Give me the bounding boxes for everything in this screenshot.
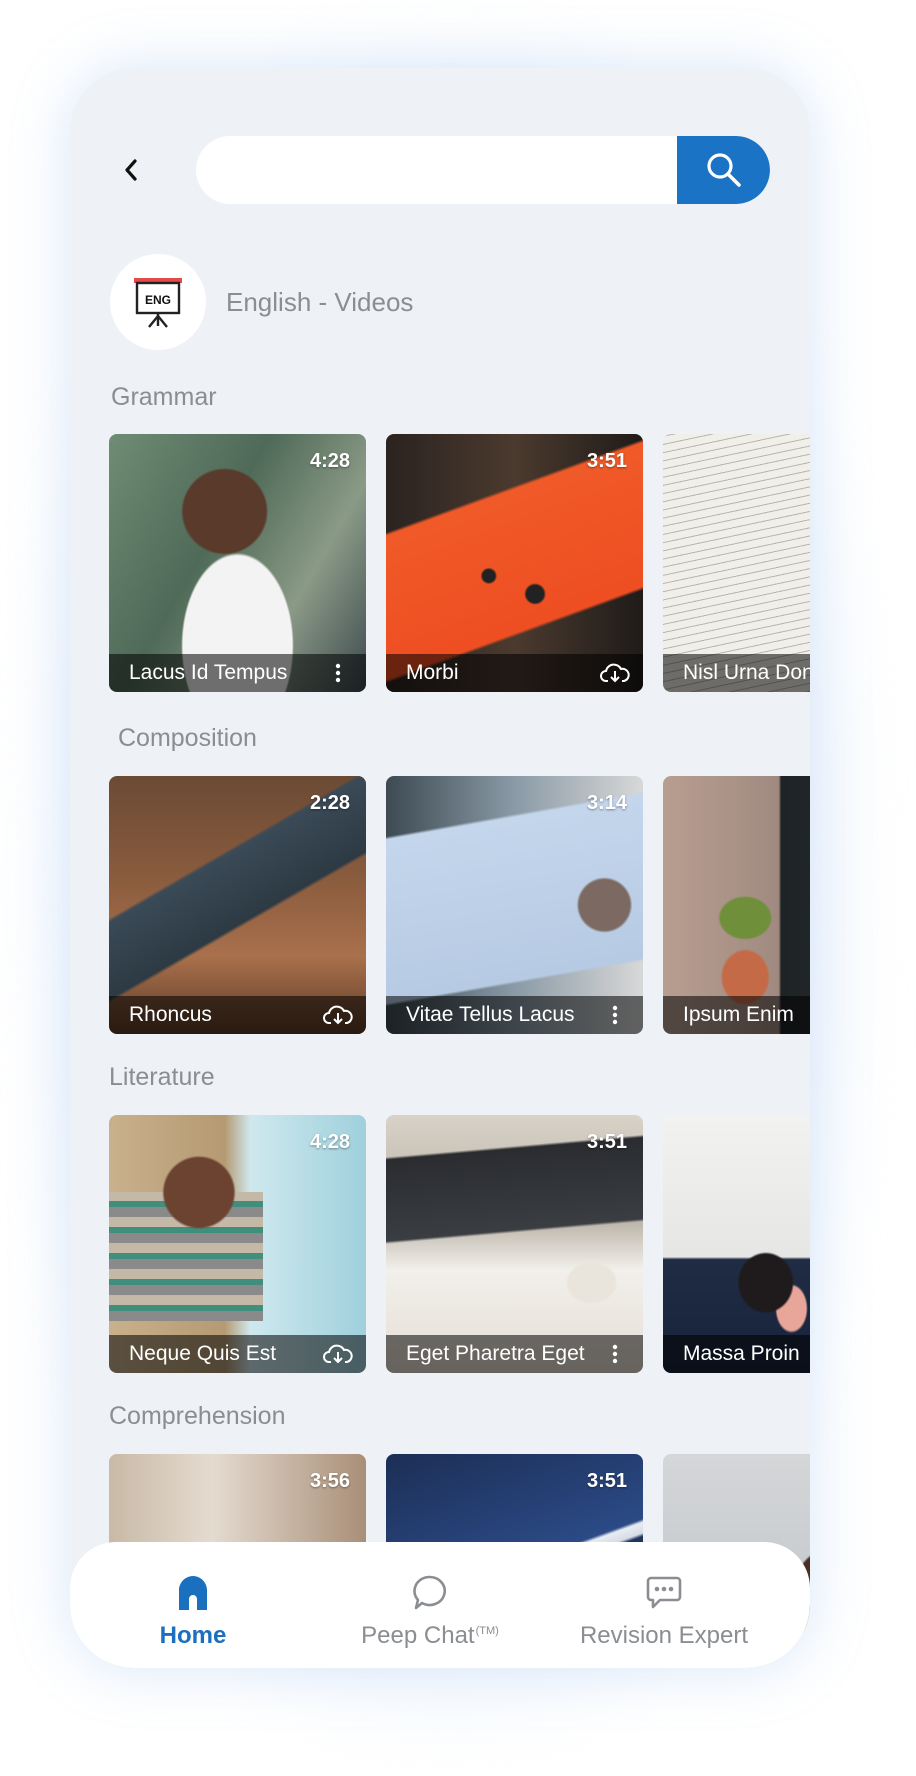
video-card[interactable]: 3:51 Morbi bbox=[386, 434, 643, 692]
video-title: Ipsum Enim bbox=[683, 1003, 794, 1026]
video-card[interactable]: 2:28 Rhoncus bbox=[109, 776, 366, 1034]
section-title: Literature bbox=[109, 1063, 215, 1091]
download-button[interactable] bbox=[320, 1335, 356, 1373]
video-caption: Massa Proin bbox=[663, 1335, 810, 1373]
subject-title: English - Videos bbox=[226, 286, 414, 317]
nav-home-label: Home bbox=[159, 1622, 227, 1649]
video-carousel[interactable]: 4:28 Neque Quis Est 3:51 Eget Pharetra E… bbox=[109, 1115, 810, 1373]
back-button[interactable] bbox=[112, 150, 152, 190]
cloud-download-icon bbox=[323, 1005, 353, 1025]
nav-peep-chat[interactable]: Peep Chat(TM) bbox=[350, 1542, 510, 1668]
video-title: Rhoncus bbox=[129, 1003, 212, 1026]
search-button[interactable] bbox=[677, 136, 770, 204]
video-title: Vitae Tellus Lacus bbox=[406, 1003, 575, 1026]
video-duration: 2:28 bbox=[309, 792, 350, 814]
video-caption: Nisl Urna Donec bbox=[663, 654, 810, 692]
video-duration: 3:56 bbox=[309, 1470, 350, 1492]
download-button[interactable] bbox=[597, 654, 633, 692]
chat-bubble-icon bbox=[413, 1575, 446, 1610]
more-vertical-icon bbox=[612, 1344, 618, 1364]
video-caption: Neque Quis Est bbox=[109, 1335, 366, 1373]
subject-avatar: ENG bbox=[110, 254, 206, 350]
video-title: Eget Pharetra Eget bbox=[406, 1342, 585, 1365]
video-title: Neque Quis Est bbox=[129, 1342, 277, 1365]
video-duration: 3:51 bbox=[586, 1470, 627, 1492]
home-icon bbox=[179, 1576, 207, 1610]
video-card[interactable]: Massa Proin bbox=[663, 1115, 810, 1373]
cloud-download-icon bbox=[600, 663, 630, 683]
video-duration: 4:28 bbox=[309, 1131, 350, 1153]
top-bar bbox=[70, 136, 810, 204]
video-card[interactable]: Ipsum Enim bbox=[663, 776, 810, 1034]
nav-peep-chat-text: Peep Chat bbox=[361, 1622, 475, 1649]
video-caption: Lacus Id Tempus bbox=[109, 654, 366, 692]
bottom-navigation: Home Peep Chat(TM) Revision Expert bbox=[70, 1542, 810, 1668]
section-title: Comprehension bbox=[109, 1402, 286, 1430]
subject-badge-text: ENG bbox=[145, 293, 171, 307]
search-icon bbox=[706, 153, 741, 187]
video-caption: Morbi bbox=[386, 654, 643, 692]
search-bar bbox=[196, 136, 770, 204]
video-card[interactable]: 4:28 Lacus Id Tempus bbox=[109, 434, 366, 692]
video-carousel[interactable]: 2:28 Rhoncus 3:14 Vitae Tellus Lacus Ips… bbox=[109, 776, 810, 1034]
more-options-button[interactable] bbox=[597, 1335, 633, 1373]
chevron-left-icon bbox=[125, 159, 137, 181]
search-input[interactable] bbox=[196, 136, 676, 204]
video-card[interactable]: 3:51 Eget Pharetra Eget bbox=[386, 1115, 643, 1373]
video-card[interactable]: Nisl Urna Donec bbox=[663, 434, 810, 692]
video-caption: Rhoncus bbox=[109, 996, 366, 1034]
video-title: Lacus Id Tempus bbox=[129, 661, 288, 684]
nav-revision-expert-label: Revision Expert bbox=[579, 1622, 749, 1649]
section-title: Grammar bbox=[111, 383, 217, 411]
message-dots-icon bbox=[646, 1576, 682, 1609]
cloud-download-icon bbox=[323, 1344, 353, 1364]
video-caption: Eget Pharetra Eget bbox=[386, 1335, 643, 1373]
video-card[interactable]: 3:14 Vitae Tellus Lacus bbox=[386, 776, 643, 1034]
nav-home[interactable]: Home bbox=[138, 1542, 248, 1668]
video-duration: 4:28 bbox=[309, 450, 350, 472]
trademark-mark: (TM) bbox=[475, 1625, 499, 1637]
video-duration: 3:14 bbox=[586, 792, 627, 814]
video-title: Nisl Urna Donec bbox=[683, 661, 810, 684]
download-button[interactable] bbox=[320, 996, 356, 1034]
app-screen: ENG English - Videos Grammar 4:28 Lacus … bbox=[70, 68, 810, 1668]
video-caption: Ipsum Enim bbox=[663, 996, 810, 1034]
video-duration: 3:51 bbox=[586, 450, 627, 472]
video-title: Massa Proin bbox=[683, 1342, 800, 1365]
more-options-button[interactable] bbox=[597, 996, 633, 1034]
video-title: Morbi bbox=[406, 661, 459, 684]
nav-peep-chat-label: Peep Chat(TM) bbox=[361, 1622, 499, 1650]
video-card[interactable]: 4:28 Neque Quis Est bbox=[109, 1115, 366, 1373]
video-duration: 3:51 bbox=[586, 1131, 627, 1153]
more-options-button[interactable] bbox=[320, 654, 356, 692]
subject-header: ENG English - Videos bbox=[110, 254, 413, 350]
video-caption: Vitae Tellus Lacus bbox=[386, 996, 643, 1034]
more-vertical-icon bbox=[612, 1005, 618, 1025]
video-carousel[interactable]: 4:28 Lacus Id Tempus 3:51 Morbi Nisl Urn… bbox=[109, 434, 810, 692]
section-title: Composition bbox=[118, 724, 257, 752]
presentation-board-icon: ENG bbox=[134, 278, 182, 328]
nav-revision-expert[interactable]: Revision Expert bbox=[564, 1542, 764, 1668]
more-vertical-icon bbox=[335, 663, 341, 683]
